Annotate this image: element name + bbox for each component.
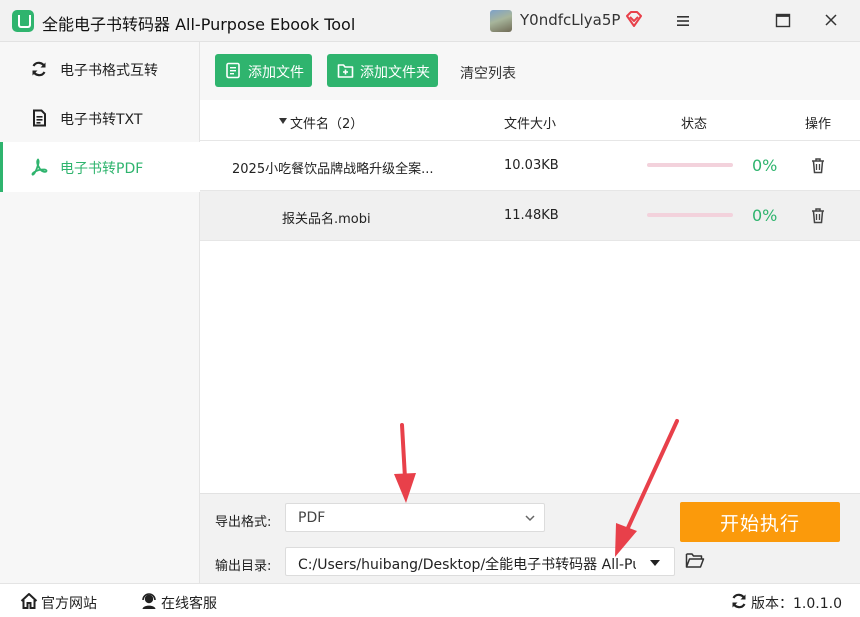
status-bar: 官方网站 在线客服 版本：1.0.1.0 xyxy=(0,583,860,617)
file-size: 11.48KB xyxy=(504,208,559,223)
trash-icon[interactable] xyxy=(810,157,826,174)
version-value: 1.0.1.0 xyxy=(793,596,842,612)
official-website-link[interactable]: 官方网站 xyxy=(20,592,110,612)
toolbar: 添加文件 添加文件夹 清空列表 xyxy=(200,42,860,100)
official-website-label: 官方网站 xyxy=(41,596,97,612)
file-name: 2025小吃餐饮品牌战略升级全案... xyxy=(232,162,434,177)
output-dir-select[interactable]: C:/Users/huibang/Desktop/全能电子书转码器 All-Pu… xyxy=(285,547,675,576)
customer-service-icon xyxy=(142,593,156,609)
hamburger-menu-icon[interactable] xyxy=(670,9,696,33)
sidebar-item-label: 电子书转TXT xyxy=(60,112,143,128)
sidebar-item-to-pdf[interactable]: 电子书转PDF xyxy=(0,142,200,192)
refresh-icon xyxy=(732,593,746,609)
chevron-down-icon xyxy=(525,515,535,522)
avatar[interactable] xyxy=(490,10,512,32)
progress-percent: 0% xyxy=(752,156,778,175)
export-format-select[interactable]: PDF xyxy=(285,503,545,532)
column-header-action: 操作 xyxy=(805,117,832,132)
export-format-value: PDF xyxy=(298,510,326,526)
column-header-status: 状态 xyxy=(681,117,708,132)
add-file-icon xyxy=(226,62,240,79)
file-name: 报关品名.mobi xyxy=(282,212,371,227)
sort-desc-icon[interactable] xyxy=(279,118,287,124)
add-folder-button[interactable]: 添加文件夹 xyxy=(327,54,438,87)
username[interactable]: Y0ndfcLlya5P xyxy=(520,11,620,29)
export-format-label: 导出格式: xyxy=(215,515,272,530)
column-header-name[interactable]: 文件名（2） xyxy=(290,113,363,132)
file-list-empty-area xyxy=(200,241,860,493)
version-info: 版本：1.0.1.0 xyxy=(730,592,842,613)
output-settings-panel: 导出格式: PDF 输出目录: C:/Users/huibang/Desktop… xyxy=(200,493,860,583)
online-support-label: 在线客服 xyxy=(161,596,217,612)
open-folder-icon[interactable] xyxy=(685,552,705,569)
start-button[interactable]: 开始执行 xyxy=(680,502,840,542)
app-title: 全能电子书转码器 All-Purpose Ebook Tool xyxy=(42,15,356,34)
maximize-icon[interactable] xyxy=(770,9,796,33)
sidebar-item-to-txt[interactable]: 电子书转TXT xyxy=(0,93,200,143)
add-folder-icon xyxy=(337,64,354,78)
online-support-link[interactable]: 在线客服 xyxy=(140,592,230,612)
vip-diamond-icon[interactable] xyxy=(624,9,644,29)
progress-percent: 0% xyxy=(752,206,778,225)
caret-down-icon xyxy=(650,560,660,566)
output-dir-value: C:/Users/huibang/Desktop/全能电子书转码器 All-Pu… xyxy=(298,557,636,573)
document-icon xyxy=(33,109,46,127)
version-text: 版本：1.0.1.0 xyxy=(751,593,842,613)
add-folder-label: 添加文件夹 xyxy=(360,65,430,81)
sidebar-item-format-convert[interactable]: 电子书格式互转 xyxy=(0,44,200,94)
file-table-header: 文件名（2） 文件大小 状态 操作 xyxy=(200,100,860,141)
sidebar-item-label: 电子书格式互转 xyxy=(60,63,158,79)
progress-bar xyxy=(647,163,733,167)
close-icon[interactable] xyxy=(818,9,844,33)
version-label: 版本： xyxy=(751,596,793,612)
column-header-size: 文件大小 xyxy=(504,117,557,132)
table-row[interactable]: 报关品名.mobi 11.48KB 0% xyxy=(200,191,860,241)
title-bar: 全能电子书转码器 All-Purpose Ebook Tool Y0ndfcLl… xyxy=(0,0,860,42)
pdf-icon xyxy=(31,158,48,176)
home-icon xyxy=(20,593,38,609)
add-file-button[interactable]: 添加文件 xyxy=(215,54,312,87)
sidebar: 电子书格式互转 电子书转TXT 电子书转PDF xyxy=(0,42,200,583)
file-size: 10.03KB xyxy=(504,158,559,173)
trash-icon[interactable] xyxy=(810,207,826,224)
sidebar-item-label: 电子书转PDF xyxy=(60,161,144,177)
refresh-icon xyxy=(32,61,46,77)
clear-list-button[interactable]: 清空列表 xyxy=(460,63,516,83)
output-dir-label: 输出目录: xyxy=(215,559,272,574)
progress-bar xyxy=(647,213,733,217)
app-logo-icon xyxy=(12,10,34,32)
add-file-label: 添加文件 xyxy=(248,65,304,81)
table-row[interactable]: 2025小吃餐饮品牌战略升级全案... 10.03KB 0% xyxy=(200,141,860,191)
